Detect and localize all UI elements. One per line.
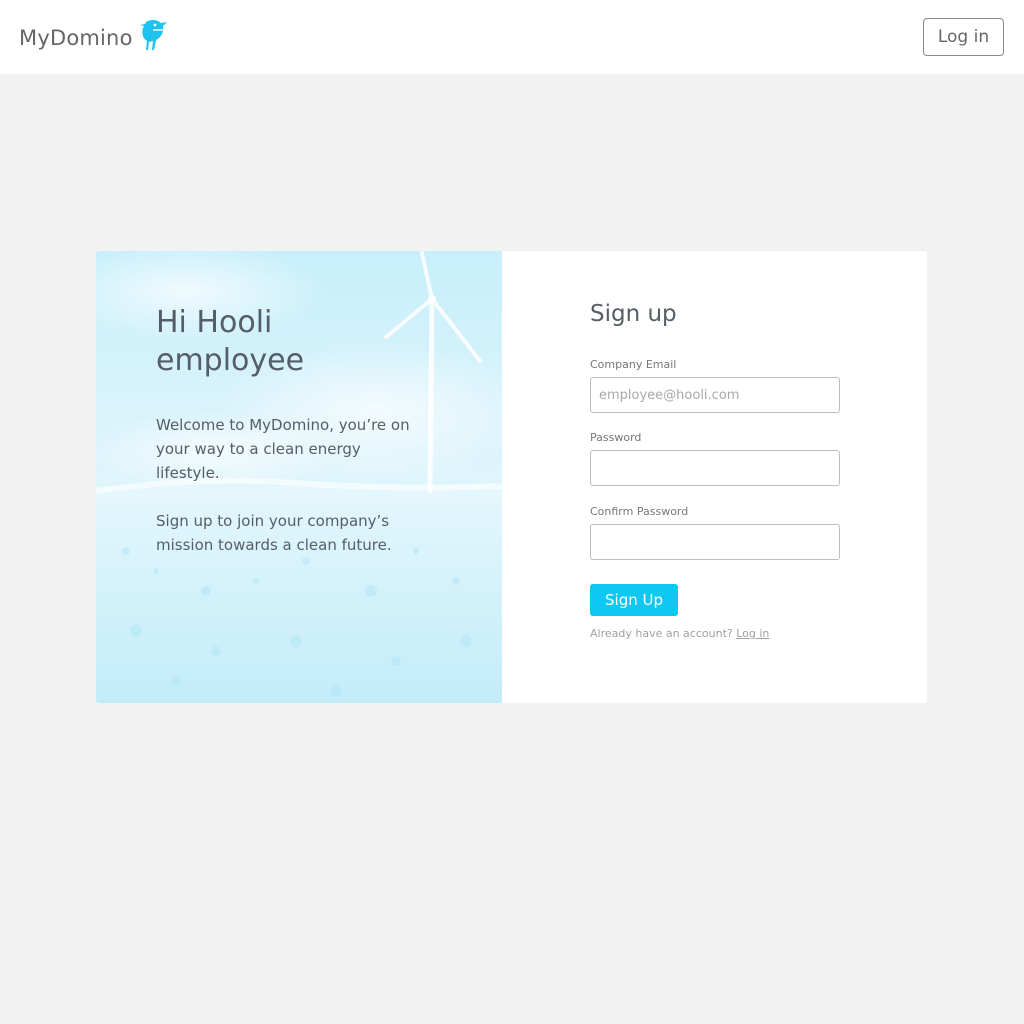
hero-panel: Hi Hooli employee Welcome to MyDomino, y… [96, 251, 502, 703]
signup-form: Sign up Company Email Password Confirm P… [590, 251, 927, 703]
top-navigation-bar: MyDomino Log in [0, 0, 1024, 74]
hero-welcome-text: Welcome to MyDomino, you’re on your way … [156, 416, 410, 482]
form-title: Sign up [590, 301, 677, 327]
header-login-button[interactable]: Log in [923, 18, 1004, 56]
bird-logo-icon [139, 19, 167, 50]
confirm-password-label: Confirm Password [590, 505, 689, 518]
hero-title: Hi Hooli employee [156, 305, 305, 378]
password-input[interactable] [590, 450, 840, 486]
sign-up-button[interactable]: Sign Up [590, 584, 678, 616]
logo-text: MyDomino [19, 26, 133, 50]
hero-mission-text: Sign up to join your company’s mission t… [156, 512, 392, 554]
already-have-account-text: Already have an account? [590, 627, 733, 640]
signup-card: Hi Hooli employee Welcome to MyDomino, y… [96, 251, 927, 703]
mydomino-logo[interactable]: MyDomino [19, 18, 170, 58]
confirm-password-input[interactable] [590, 524, 840, 560]
company-email-input[interactable] [590, 377, 840, 413]
already-have-account: Already have an account? Log in [590, 627, 769, 640]
password-label: Password [590, 431, 642, 444]
company-email-label: Company Email [590, 358, 677, 371]
login-link[interactable]: Log in [736, 627, 769, 640]
